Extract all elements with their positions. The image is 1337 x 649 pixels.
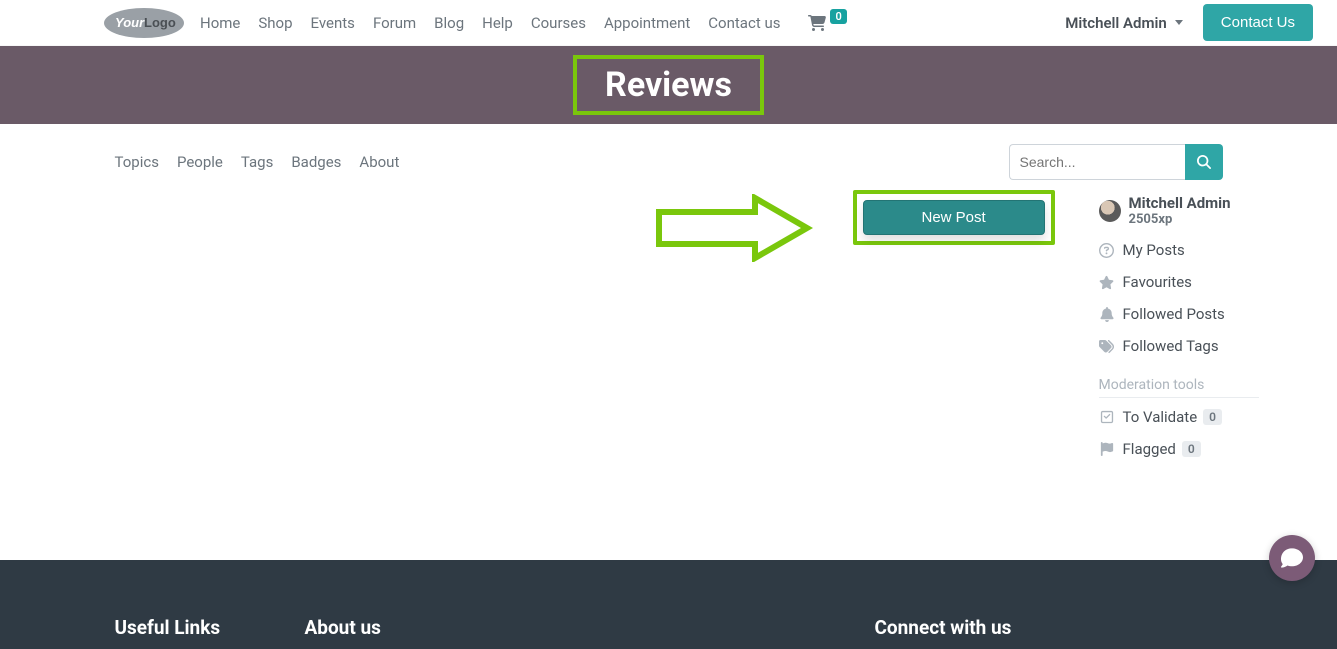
chat-icon [1281, 547, 1303, 569]
avatar [1099, 200, 1121, 222]
search-icon [1197, 155, 1211, 169]
logo[interactable]: Your Logo [104, 8, 184, 38]
search [1009, 144, 1223, 180]
sidebar-my-posts[interactable]: My Posts [1099, 241, 1259, 259]
sidebar-user-xp: 2505xp [1129, 212, 1231, 227]
check-square-icon [1099, 409, 1115, 425]
footer-about-us: About us [305, 616, 875, 639]
search-button[interactable] [1185, 144, 1223, 180]
star-icon [1099, 274, 1115, 290]
cart-badge: 0 [830, 9, 846, 24]
chat-bubble-button[interactable] [1269, 535, 1315, 581]
search-input[interactable] [1009, 144, 1185, 180]
cart-link[interactable]: 0 [808, 15, 846, 31]
user-menu[interactable]: Mitchell Admin [1065, 14, 1183, 32]
subnav-about[interactable]: About [359, 153, 399, 171]
subnav-people[interactable]: People [177, 153, 223, 171]
hero-title-highlight: Reviews [573, 55, 764, 115]
subnav-topics[interactable]: Topics [115, 153, 159, 171]
question-circle-icon [1099, 242, 1115, 258]
count-badge: 0 [1203, 409, 1222, 425]
footer-useful-links: Useful Links [115, 616, 305, 639]
svg-text:Your: Your [115, 15, 145, 30]
subnav-tags[interactable]: Tags [241, 153, 273, 171]
subnav-row: Topics People Tags Badges About [115, 144, 1223, 180]
sidebar-followed-posts[interactable]: Followed Posts [1099, 305, 1259, 323]
nav-help[interactable]: Help [482, 14, 513, 32]
sidebar-item-label: Flagged [1123, 440, 1176, 458]
sidebar-item-label: Followed Tags [1123, 337, 1219, 355]
main-content: New Post Mitchell Admin 2505xp My Posts … [115, 200, 1223, 530]
sidebar-flagged[interactable]: Flagged 0 [1099, 440, 1259, 458]
sidebar-followed-tags[interactable]: Followed Tags [1099, 337, 1259, 355]
count-badge: 0 [1182, 441, 1201, 457]
nav-courses[interactable]: Courses [531, 14, 586, 32]
new-post-button[interactable]: New Post [863, 200, 1045, 235]
top-nav: Your Logo Home Shop Events Forum Blog He… [0, 0, 1337, 46]
hero-banner: Reviews [0, 46, 1337, 124]
nav-events[interactable]: Events [311, 14, 355, 32]
nav-home[interactable]: Home [200, 14, 240, 32]
sidebar-favourites[interactable]: Favourites [1099, 273, 1259, 291]
sidebar-item-label: Followed Posts [1123, 305, 1225, 323]
page-title: Reviews [605, 65, 732, 105]
sidebar-to-validate[interactable]: To Validate 0 [1099, 408, 1259, 426]
footer: Useful Links About us Connect with us [0, 560, 1337, 649]
contact-us-button[interactable]: Contact Us [1203, 4, 1313, 41]
nav-appointment[interactable]: Appointment [604, 14, 690, 32]
nav-blog[interactable]: Blog [434, 14, 464, 32]
sidebar-item-label: Favourites [1123, 273, 1192, 291]
arrow-annotation-icon [655, 194, 815, 262]
moderation-section-title: Moderation tools [1099, 377, 1259, 398]
nav-contact-us[interactable]: Contact us [708, 14, 780, 32]
sidebar-user-name: Mitchell Admin [1129, 194, 1231, 212]
logo-icon: Your Logo [104, 8, 184, 38]
svg-text:Logo: Logo [144, 15, 176, 30]
user-name-label: Mitchell Admin [1065, 14, 1167, 32]
nav-shop[interactable]: Shop [258, 14, 292, 32]
nav-forum[interactable]: Forum [373, 14, 416, 32]
sidebar-item-label: My Posts [1123, 241, 1185, 259]
flag-icon [1099, 441, 1115, 457]
forum-subnav: Topics People Tags Badges About [115, 153, 400, 171]
forum-sidebar: Mitchell Admin 2505xp My Posts Favourite… [1099, 194, 1259, 458]
new-post-highlight: New Post [853, 190, 1055, 245]
cart-icon [808, 15, 826, 31]
sidebar-item-label: To Validate [1123, 408, 1198, 426]
nav-links: Home Shop Events Forum Blog Help Courses… [200, 14, 780, 32]
bell-icon [1099, 306, 1115, 322]
footer-connect: Connect with us [875, 616, 1012, 639]
sidebar-user[interactable]: Mitchell Admin 2505xp [1099, 194, 1259, 227]
subnav-badges[interactable]: Badges [291, 153, 341, 171]
chevron-down-icon [1175, 20, 1183, 25]
tag-icon [1099, 338, 1115, 354]
